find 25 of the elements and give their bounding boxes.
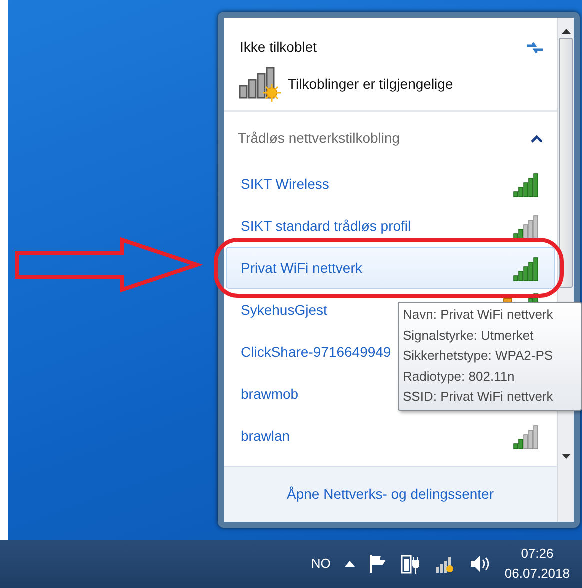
scroll-thumb[interactable] <box>559 38 573 288</box>
section-title: Trådløs nettverkstilkobling <box>238 129 400 148</box>
tooltip-line: Navn: Privat WiFi nettverk <box>403 306 554 324</box>
language-indicator[interactable]: NO <box>311 554 331 574</box>
refresh-icon[interactable] <box>525 40 545 56</box>
tooltip-line: SSID: Privat WiFi nettverk <box>403 388 554 406</box>
clock[interactable]: 07:26 06.07.2018 <box>504 544 570 584</box>
flag-icon[interactable] <box>368 554 387 574</box>
tray-expand-icon[interactable] <box>344 561 355 567</box>
network-item[interactable]: SIKT Wireless <box>226 163 555 205</box>
tooltip-line: Signalstyrke: Utmerket <box>403 326 535 345</box>
scroll-up-icon[interactable] <box>562 28 570 34</box>
network-item[interactable]: SIKT standard trådløs profil <box>226 205 555 247</box>
network-item[interactable]: Privat WiFi nettverk <box>226 247 555 289</box>
connection-status: Ikke tilkoblet <box>240 38 318 57</box>
collapse-chevron-icon[interactable] <box>531 134 543 142</box>
tooltip-line: Sikkerhetstype: WPA2-PS <box>403 347 554 365</box>
wifi-star-icon[interactable] <box>434 554 455 574</box>
tooltip-line: Radiotype: 802.11n <box>403 368 516 386</box>
availability-text: Tilkoblinger er tilgjengelige <box>288 74 454 94</box>
battery-plug-icon[interactable] <box>400 553 421 575</box>
scroll-down-icon[interactable] <box>562 454 570 460</box>
speaker-icon[interactable] <box>468 554 491 574</box>
signal-star-icon <box>238 66 284 102</box>
network-item[interactable]: brawlan <box>226 415 555 457</box>
